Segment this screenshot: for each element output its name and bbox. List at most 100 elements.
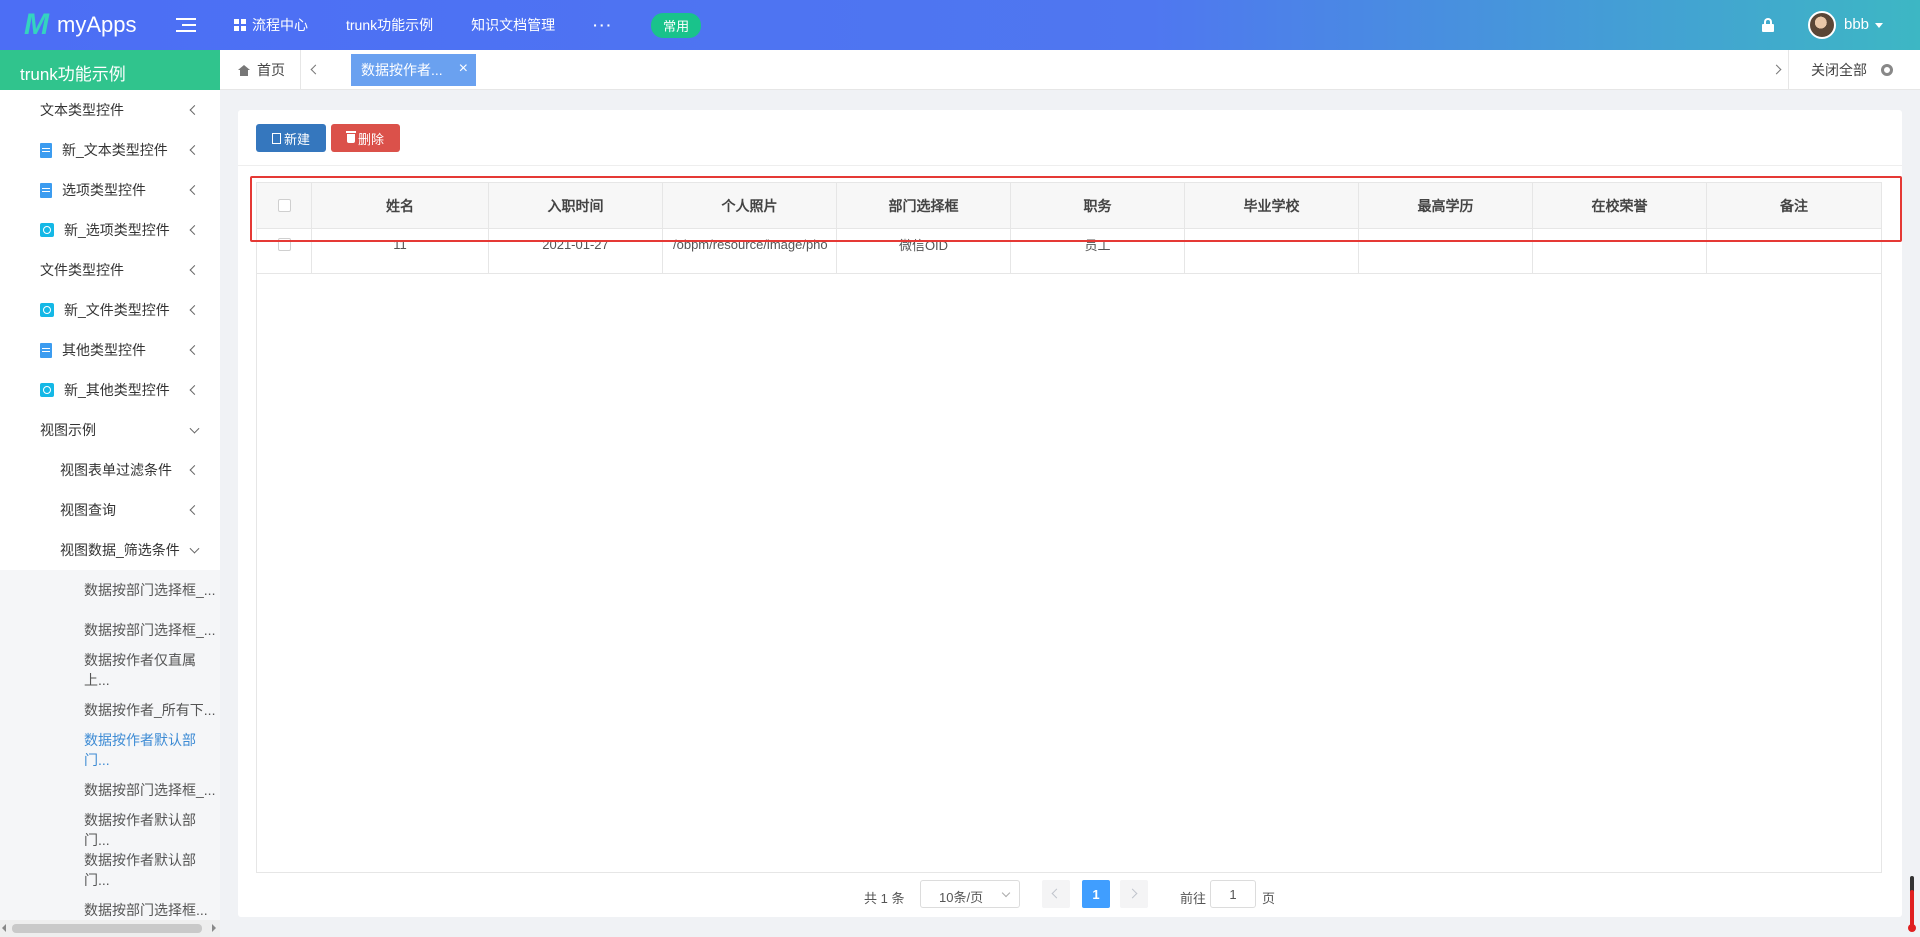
chevron-left-icon	[189, 225, 200, 235]
select-all-checkbox[interactable]	[277, 199, 291, 212]
sidebar-item-new-file-controls[interactable]: 新_文件类型控件	[0, 290, 220, 330]
grid-icon	[234, 19, 246, 31]
document-icon	[40, 182, 52, 198]
gear-icon[interactable]	[1881, 64, 1893, 76]
tab-scroll-right-icon[interactable]	[1771, 64, 1782, 75]
sidebar-subitem[interactable]: 数据按部门选择框_...	[0, 610, 220, 650]
chevron-left-icon	[189, 305, 200, 315]
data-table: 姓名 入职时间 个人照片 部门选择框 职务 毕业学校 最高学历 在校荣誉 备注 …	[256, 182, 1882, 873]
table-cell: 微信OID	[837, 229, 1011, 273]
table-header: 姓名 入职时间 个人照片 部门选择框 职务 毕业学校 最高学历 在校荣誉 备注	[257, 183, 1881, 229]
sidebar-item-view-examples[interactable]: 视图示例	[0, 410, 220, 450]
goto-page-input[interactable]: 1	[1210, 880, 1256, 908]
username: bbb	[1844, 16, 1870, 33]
sidebar-subitem[interactable]: 数据按部门选择框_...	[0, 570, 220, 610]
close-all-tabs[interactable]: 关闭全部	[1788, 50, 1893, 90]
chevron-down-icon	[1001, 888, 1011, 898]
prev-page-button[interactable]	[1042, 880, 1070, 908]
nav-knowledge-docs[interactable]: 知识文档管理	[471, 15, 555, 35]
tab-home[interactable]: 首页	[238, 50, 285, 90]
sidebar-item-new-text-controls[interactable]: 新_文本类型控件	[0, 130, 220, 170]
column-header[interactable]: 最高学历	[1359, 183, 1533, 228]
scroll-right-icon[interactable]	[212, 924, 216, 932]
table-cell	[1707, 229, 1881, 273]
menu-toggle-icon[interactable]	[176, 16, 196, 34]
more-icon[interactable]: ···	[593, 17, 613, 33]
main-panel: 新建 删除 姓名 入职时间 个人照片 部门选择框 职务 毕业学校 最高学历 在校…	[238, 110, 1902, 917]
table-cell: 11	[312, 229, 489, 273]
sidebar-item-file-controls[interactable]: 文件类型控件	[0, 250, 220, 290]
sidebar-item-other-controls[interactable]: 其他类型控件	[0, 330, 220, 370]
sidebar-item-view-data-filter[interactable]: 视图数据_筛选条件	[0, 530, 220, 570]
pagination: 共 1 条 10条/页 1 前往 1 页	[238, 880, 1902, 910]
chevron-left-icon	[189, 105, 200, 115]
app-name: myApps	[57, 12, 137, 37]
sidebar-menu: 文本类型控件 新_文本类型控件 选项类型控件 新_选项类型控件 文件类型控件 新…	[0, 90, 220, 930]
chevron-left-icon	[189, 185, 200, 195]
chevron-left-icon	[189, 465, 200, 475]
app-logo[interactable]: M myApps	[24, 8, 137, 41]
column-header[interactable]: 职务	[1011, 183, 1185, 228]
page-size-select[interactable]: 10条/页	[920, 880, 1020, 908]
favorites-pill-button[interactable]: 常用	[651, 12, 702, 38]
table-cell: /obpm/resource/image/pho	[663, 229, 837, 273]
tab-scroll-left-icon[interactable]	[310, 64, 321, 75]
sidebar-item-new-option-controls[interactable]: 新_选项类型控件	[0, 210, 220, 250]
chevron-down-icon	[189, 423, 200, 434]
document-icon	[40, 342, 52, 358]
chevron-left-icon	[189, 145, 200, 155]
table-row[interactable]: 11 2021-01-27 /obpm/resource/image/pho 微…	[257, 229, 1881, 274]
sidebar-horizontal-scrollbar[interactable]	[0, 920, 220, 937]
column-header[interactable]: 入职时间	[489, 183, 663, 228]
chevron-left-icon	[189, 345, 200, 355]
row-checkbox[interactable]	[277, 237, 291, 251]
select-all-cell	[257, 183, 312, 228]
scrollbar-thumb[interactable]	[12, 924, 202, 933]
sidebar-item-view-query[interactable]: 视图查询	[0, 490, 220, 530]
table-cell	[1359, 229, 1533, 273]
tab-active[interactable]: 数据按作者... ×	[351, 54, 476, 86]
document-icon	[40, 142, 52, 158]
new-button[interactable]: 新建	[256, 124, 326, 152]
form-icon	[40, 223, 54, 237]
sidebar-item-option-controls[interactable]: 选项类型控件	[0, 170, 220, 210]
close-icon[interactable]: ×	[459, 60, 468, 78]
sidebar-subitem[interactable]: 数据按作者默认部门...	[0, 810, 220, 850]
current-page-button[interactable]: 1	[1082, 880, 1110, 908]
nav-label: trunk功能示例	[346, 17, 434, 33]
sidebar-subitem[interactable]: 数据按作者仅直属上...	[0, 650, 220, 690]
sidebar-title: trunk功能示例	[0, 50, 220, 90]
lock-icon[interactable]	[1762, 18, 1774, 32]
column-header[interactable]: 姓名	[312, 183, 489, 228]
column-header[interactable]: 毕业学校	[1185, 183, 1359, 228]
sidebar-subitem[interactable]: 数据按作者默认部门...	[0, 850, 220, 890]
sidebar-subitem-active[interactable]: 数据按作者默认部门...	[0, 730, 220, 770]
sidebar: 文本类型控件 新_文本类型控件 选项类型控件 新_选项类型控件 文件类型控件 新…	[0, 90, 220, 937]
next-page-button[interactable]	[1120, 880, 1148, 908]
table-cell: 员工	[1011, 229, 1185, 273]
goto-label: 前往	[1180, 891, 1207, 906]
chevron-left-icon	[189, 505, 200, 515]
scroll-left-icon[interactable]	[2, 924, 6, 932]
column-header[interactable]: 备注	[1707, 183, 1881, 228]
file-icon	[271, 132, 281, 144]
table-cell: 2021-01-27	[489, 229, 663, 273]
thermometer-icon	[1908, 876, 1916, 934]
nav-trunk-demo[interactable]: trunk功能示例	[346, 15, 433, 35]
sidebar-subitem[interactable]: 数据按部门选择框_...	[0, 770, 220, 810]
sidebar-item-text-controls[interactable]: 文本类型控件	[0, 90, 220, 130]
avatar[interactable]	[1808, 11, 1836, 39]
delete-button[interactable]: 删除	[331, 124, 400, 152]
sidebar-subitem[interactable]: 数据按作者_所有下...	[0, 690, 220, 730]
sidebar-item-new-other-controls[interactable]: 新_其他类型控件	[0, 370, 220, 410]
sidebar-item-view-form-filter[interactable]: 视图表单过滤条件	[0, 450, 220, 490]
logo-mark-icon: M	[24, 8, 49, 41]
user-menu[interactable]: bbb	[1844, 16, 1884, 33]
column-header[interactable]: 部门选择框	[837, 183, 1011, 228]
column-header[interactable]: 个人照片	[663, 183, 837, 228]
table-cell	[1533, 229, 1707, 273]
nav-workflow-center[interactable]: 流程中心	[234, 15, 308, 35]
nav-label: 流程中心	[252, 17, 308, 33]
tab-bar: 首页 数据按作者... × 关闭全部	[220, 50, 1920, 90]
column-header[interactable]: 在校荣誉	[1533, 183, 1707, 228]
